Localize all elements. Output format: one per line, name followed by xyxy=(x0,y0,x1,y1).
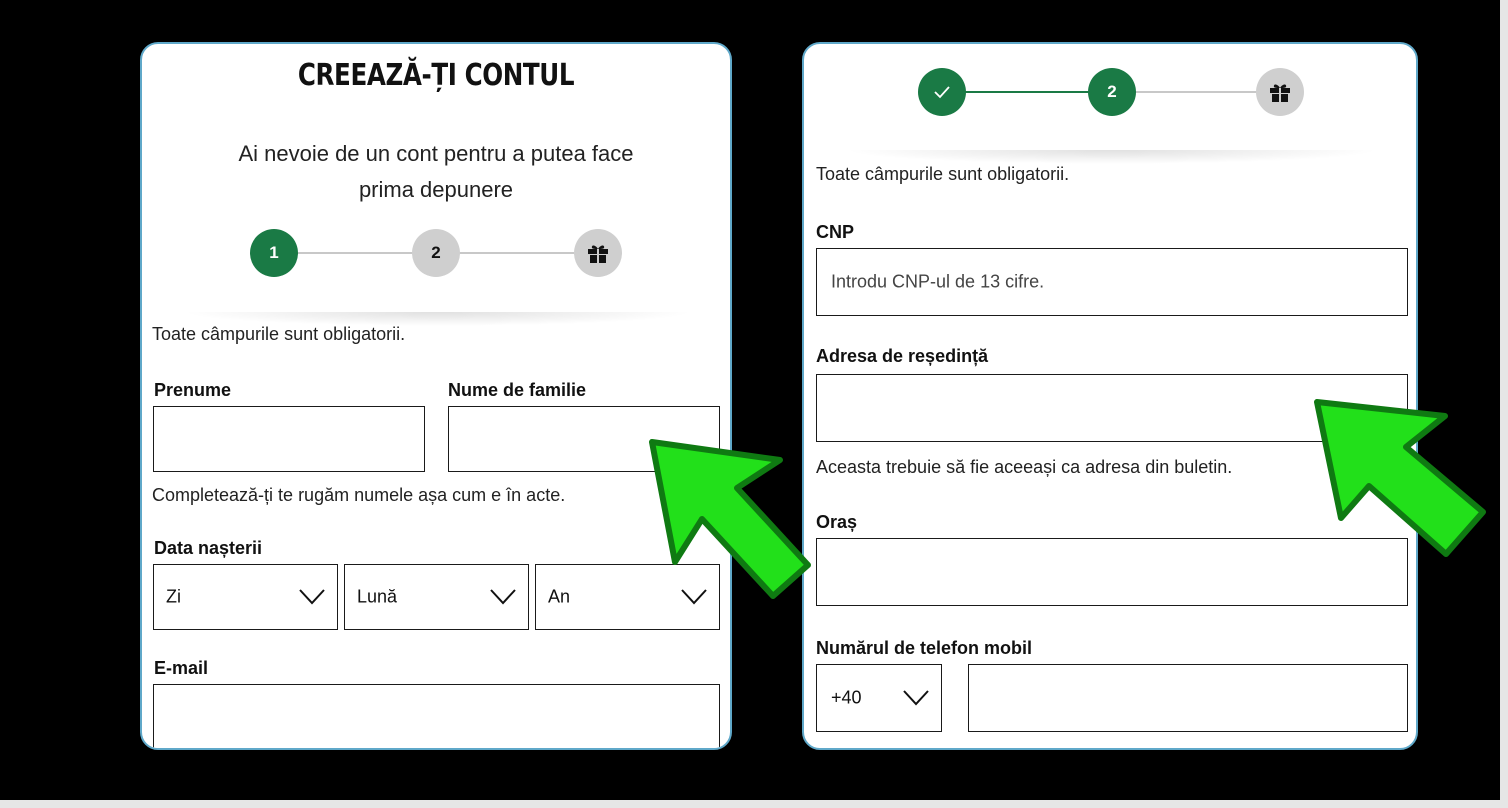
birth-month-value: Lună xyxy=(357,586,398,607)
screenshot-background: CREEAZĂ-ȚI CONTUL Ai nevoie de un cont p… xyxy=(0,0,1500,800)
birth-year-value: An xyxy=(548,586,571,607)
annotation-arrow-left xyxy=(649,439,811,599)
required-fields-note: Toate câmpurile sunt obligatorii. xyxy=(816,164,1070,184)
name-helper-text: Completează-ți te rugăm numele așa cum e… xyxy=(152,485,566,505)
stepper-line-completed xyxy=(942,91,1112,93)
last-name-label: Nume de familie xyxy=(448,380,587,400)
step-2-indicator: 2 xyxy=(412,229,460,277)
cnp-input[interactable]: Introdu CNP-ul de 13 cifre. xyxy=(816,248,1408,316)
subtitle-line-2: prima depunere xyxy=(358,177,514,202)
phone-prefix-select[interactable]: +40 xyxy=(816,664,942,732)
first-name-input[interactable] xyxy=(153,406,425,472)
chevron-down-icon xyxy=(903,690,929,706)
step-1-completed-indicator xyxy=(918,68,966,116)
phone-label: Numărul de telefon mobil xyxy=(816,638,1033,658)
address-label: Adresa de reședință xyxy=(816,346,989,366)
chevron-down-icon xyxy=(299,589,325,605)
chevron-down-icon xyxy=(490,589,516,605)
page-title: CREEAZĂ-ȚI CONTUL xyxy=(297,58,575,93)
birth-day-select[interactable]: Zi xyxy=(153,564,338,630)
cnp-placeholder: Introdu CNP-ul de 13 cifre. xyxy=(831,271,1045,292)
step-gift-indicator xyxy=(1256,68,1304,116)
gift-icon xyxy=(588,245,608,263)
step-gift-indicator xyxy=(574,229,622,277)
required-fields-note: Toate câmpurile sunt obligatorii. xyxy=(152,324,406,344)
screenshot-edge-bottom xyxy=(0,800,1508,808)
phone-number-input[interactable] xyxy=(968,664,1408,732)
address-helper-text: Aceasta trebuie să fie aceeași ca adresa… xyxy=(816,457,1233,477)
create-account-form-step-1: CREEAZĂ-ȚI CONTUL Ai nevoie de un cont p… xyxy=(140,42,732,750)
email-label: E-mail xyxy=(154,658,209,678)
step-2-indicator: 2 xyxy=(1088,68,1136,116)
birth-day-value: Zi xyxy=(166,586,181,607)
step-1-indicator: 1 xyxy=(250,229,298,277)
phone-prefix-value: +40 xyxy=(831,687,862,708)
email-input[interactable] xyxy=(153,684,720,748)
gift-icon xyxy=(1270,84,1290,102)
stepper-divider xyxy=(844,150,1380,164)
first-name-label: Prenume xyxy=(154,380,232,400)
subtitle-line-1: Ai nevoie de un cont pentru a putea face xyxy=(238,141,634,166)
annotation-arrow-right xyxy=(1314,399,1486,557)
check-icon xyxy=(934,86,950,99)
birth-month-select[interactable]: Lună xyxy=(344,564,529,630)
cnp-label: CNP xyxy=(816,222,855,242)
city-label: Oraș xyxy=(816,512,858,532)
date-of-birth-label: Data nașterii xyxy=(154,538,263,558)
screenshot-edge-right xyxy=(1500,0,1508,808)
